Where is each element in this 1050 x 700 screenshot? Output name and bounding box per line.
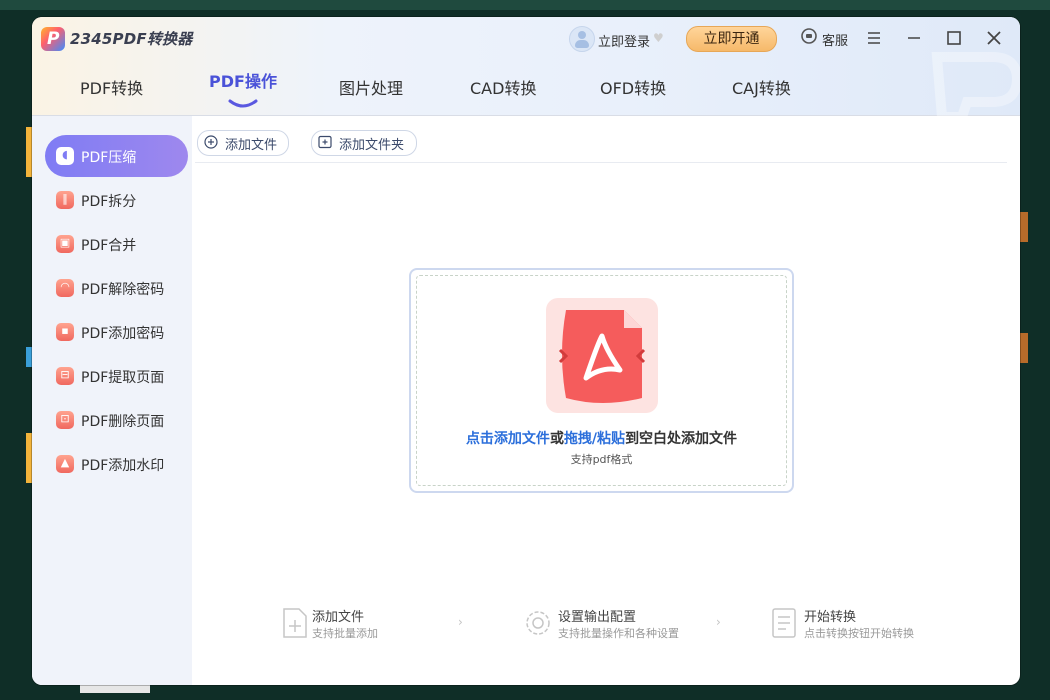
- logo-letter: P: [47, 29, 60, 49]
- tab-cad-convert[interactable]: CAD转换: [470, 75, 536, 99]
- sidebar-item-pdf-compress[interactable]: ◖ PDF压缩: [45, 135, 188, 177]
- step-add-file-sub: 支持批量添加: [312, 627, 378, 640]
- tab-ofd-convert[interactable]: OFD转换: [600, 75, 666, 99]
- or-text: 或: [549, 431, 564, 447]
- desktop-fragment: [1020, 212, 1028, 242]
- sidebar-item-label: PDF添加水印: [81, 458, 165, 474]
- sidebar-item-label: PDF压缩: [81, 150, 137, 166]
- sidebar-item-pdf-add-password[interactable]: ▪ PDF添加密码: [45, 311, 188, 353]
- app-title: 2345PDF转换器: [70, 30, 193, 48]
- step-arrow-icon: ›: [716, 615, 721, 629]
- toolbar-divider: [195, 162, 1007, 163]
- pdf-file-icon: [546, 298, 658, 413]
- merge-icon: ▣: [56, 235, 74, 253]
- close-icon[interactable]: [983, 27, 1005, 49]
- drop-zone-inner[interactable]: 点击添加文件或拖拽/粘贴到空白处添加文件 支持pdf格式: [416, 275, 787, 486]
- customer-service-icon[interactable]: [799, 26, 819, 46]
- avatar-head: [578, 31, 586, 39]
- lock-icon: ▪: [56, 323, 74, 341]
- avatar[interactable]: [569, 26, 595, 52]
- maximize-icon[interactable]: [943, 27, 965, 49]
- desktop-fragment: [1020, 333, 1028, 363]
- tab-pdf-convert[interactable]: PDF转换: [80, 75, 143, 99]
- settings-icon: [526, 611, 550, 635]
- step-start-convert-title: 开始转换: [804, 610, 857, 625]
- add-file-button[interactable]: 添加文件: [197, 130, 289, 156]
- unlock-icon: ◠: [56, 279, 74, 297]
- watermark-icon: ▲: [56, 455, 74, 473]
- tab-active-indicator: [228, 99, 258, 108]
- step-output-config-title: 设置输出配置: [558, 610, 637, 625]
- drop-zone-hint: 点击添加文件或拖拽/粘贴到空白处添加文件: [417, 428, 786, 448]
- split-icon: ‖: [56, 191, 74, 209]
- step-add-file-title: 添加文件: [312, 610, 365, 625]
- sidebar-item-label: PDF解除密码: [81, 282, 165, 298]
- delete-page-icon: ⊡: [56, 411, 74, 429]
- sidebar: ◖ PDF压缩 ‖ PDF拆分 ▣ PDF合并 ◠ PDF解除密码 ▪ PDF添…: [32, 116, 192, 685]
- menu-icon[interactable]: [863, 27, 885, 49]
- customer-service-label[interactable]: 客服: [822, 30, 848, 49]
- start-convert-icon: [772, 608, 796, 638]
- drop-hint-rest: 到空白处添加文件: [625, 431, 738, 447]
- sidebar-item-label: PDF拆分: [81, 194, 137, 210]
- add-folder-button[interactable]: 添加文件夹: [311, 130, 417, 156]
- watermark-logo-icon: [931, 52, 1020, 117]
- click-add-file-link[interactable]: 点击添加文件: [466, 431, 550, 447]
- tab-caj-convert[interactable]: CAJ转换: [732, 75, 791, 99]
- app-window: P 2345PDF转换器 立即登录 ♥ 立即开通 客服 PDF转换 PDF操作 …: [32, 17, 1020, 685]
- supported-format-text: 支持pdf格式: [570, 453, 633, 466]
- step-arrow-icon: ›: [458, 615, 463, 629]
- sidebar-item-label: PDF合并: [81, 238, 137, 254]
- sidebar-item-label: PDF提取页面: [81, 370, 165, 386]
- sidebar-item-pdf-extract-pages[interactable]: ⊟ PDF提取页面: [45, 355, 188, 397]
- add-folder-label: 添加文件夹: [339, 138, 405, 153]
- tab-image-process[interactable]: 图片处理: [339, 75, 403, 99]
- sidebar-item-pdf-merge[interactable]: ▣ PDF合并: [45, 223, 188, 265]
- add-file-label: 添加文件: [225, 138, 278, 153]
- avatar-body: [575, 40, 589, 48]
- sidebar-item-pdf-watermark[interactable]: ▲ PDF添加水印: [45, 443, 188, 485]
- sidebar-item-label: PDF删除页面: [81, 414, 165, 430]
- compress-icon: ◖: [56, 147, 74, 165]
- step-start-convert-sub: 点击转换按钮开始转换: [804, 627, 914, 640]
- file-drop-zone[interactable]: 点击添加文件或拖拽/粘贴到空白处添加文件 支持pdf格式: [409, 268, 794, 493]
- sidebar-item-label: PDF添加密码: [81, 326, 165, 342]
- extract-icon: ⊟: [56, 367, 74, 385]
- login-link[interactable]: 立即登录: [598, 31, 650, 50]
- add-file-icon: [283, 608, 307, 638]
- sidebar-item-pdf-split[interactable]: ‖ PDF拆分: [45, 179, 188, 221]
- title-bar: P 2345PDF转换器 立即登录 ♥ 立即开通 客服 PDF转换 PDF操作 …: [32, 17, 1020, 117]
- minimize-icon[interactable]: [903, 27, 925, 49]
- step-output-config-sub: 支持批量操作和各种设置: [558, 627, 679, 640]
- app-logo: P: [41, 27, 65, 51]
- add-folder-icon: [318, 135, 332, 149]
- vip-open-button[interactable]: 立即开通: [686, 26, 777, 52]
- desktop-fragment: [80, 685, 150, 693]
- vip-diamond-icon: ♥: [653, 31, 664, 45]
- drag-paste-link[interactable]: 拖拽/粘贴: [564, 431, 625, 447]
- sidebar-item-pdf-unlock[interactable]: ◠ PDF解除密码: [45, 267, 188, 309]
- tab-pdf-operate[interactable]: PDF操作: [209, 68, 277, 92]
- sidebar-item-pdf-delete-pages[interactable]: ⊡ PDF删除页面: [45, 399, 188, 441]
- add-circle-icon: [204, 135, 218, 149]
- desktop-background: [0, 0, 1050, 10]
